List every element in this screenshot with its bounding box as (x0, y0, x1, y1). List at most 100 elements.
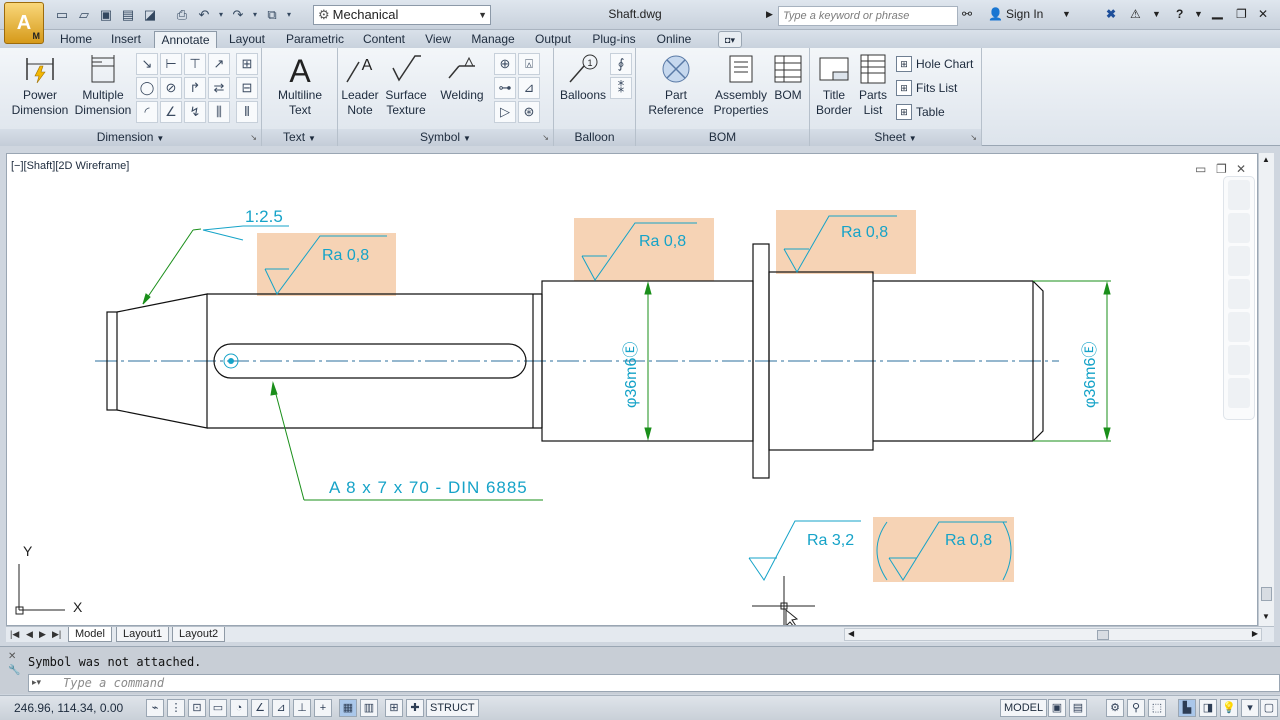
vertical-scroll-thumb[interactable] (1261, 587, 1272, 601)
search-expand-icon[interactable]: ▶ (766, 9, 773, 20)
sheet-panel-title[interactable]: Sheet ▼ ↘ (810, 129, 981, 146)
tab-annotate[interactable]: Annotate (154, 31, 217, 48)
jogged-dimension-icon[interactable]: ↯ (184, 101, 206, 123)
view-cube-icon[interactable] (1228, 213, 1250, 243)
help-icon[interactable]: ? (1176, 7, 1183, 21)
center-mark-icon[interactable]: ⊛ (518, 101, 540, 123)
quick-view-drawings-icon[interactable]: ▤ (1069, 699, 1087, 717)
scroll-down-icon[interactable]: ▼ (1262, 612, 1270, 621)
ortho-mode-icon[interactable]: ▭ (209, 699, 227, 717)
dialog-launcher-icon[interactable]: ↘ (542, 129, 549, 146)
open-icon[interactable]: ▱ (74, 6, 94, 24)
publish-icon[interactable]: ◪ (140, 6, 160, 24)
steering-wheel-icon[interactable] (1228, 180, 1250, 210)
quick-properties-icon[interactable]: ⊞ (385, 699, 403, 717)
tab-manage[interactable]: Manage (466, 31, 520, 48)
quick-view-layouts-icon[interactable]: ▣ (1048, 699, 1066, 717)
dialog-launcher-icon[interactable]: ↘ (250, 129, 257, 146)
fits-list-button[interactable]: ⊞ Fits List (896, 80, 957, 96)
scroll-up-icon[interactable]: ▲ (1262, 155, 1270, 164)
coordinate-readout[interactable]: 246.96, 114.34, 0.00 (14, 701, 123, 715)
restore-icon[interactable]: ❐ (1236, 7, 1247, 21)
title-border-button[interactable]: Title Border (814, 52, 854, 118)
balloons-button[interactable]: 1 Balloons (556, 52, 610, 103)
edge-symbol-icon[interactable]: ▷ (494, 101, 516, 123)
collect-balloon-icon[interactable]: ∮ (610, 53, 632, 75)
undo-dropdown-icon[interactable]: ▾ (216, 6, 226, 24)
table-button[interactable]: ⊞ Table (896, 104, 945, 120)
orbit-icon[interactable] (1228, 312, 1250, 342)
bom-button[interactable]: BOM (770, 52, 806, 103)
object-snap-tracking-icon[interactable]: ⊿ (272, 699, 290, 717)
multiple-dimension-button[interactable]: Multiple Dimension (72, 52, 134, 118)
viewport-close-icon[interactable]: ✕ (1236, 162, 1246, 176)
exchange-icon[interactable]: ✖ (1106, 7, 1116, 21)
last-layout-icon[interactable]: ▶| (52, 629, 61, 640)
taper-slope-icon[interactable]: ⊿ (518, 77, 540, 99)
polar-tracking-icon[interactable]: ◔ (230, 699, 248, 717)
horizontal-scroll-thumb[interactable] (1097, 630, 1109, 640)
redo-icon[interactable]: ↷ (228, 6, 248, 24)
hole-chart-button[interactable]: ⊞ Hole Chart (896, 56, 973, 72)
sign-in-link[interactable]: Sign In (1006, 7, 1043, 21)
ribbon-minimize-icon[interactable]: ◘▾ (718, 31, 742, 48)
annotation-visibility-icon[interactable]: ⚲ (1127, 699, 1145, 717)
datum-target-icon[interactable]: ⊶ (494, 77, 516, 99)
save-as-icon[interactable]: ▤ (118, 6, 138, 24)
workspace-switching-icon[interactable]: ⬚ (1148, 699, 1166, 717)
tab-insert[interactable]: Insert (106, 31, 146, 48)
help-dropdown-icon[interactable]: ▼ (1194, 9, 1203, 19)
tab-layout1[interactable]: Layout1 (116, 627, 170, 642)
settings-icon[interactable]: 🔧 (8, 665, 20, 676)
scroll-left-icon[interactable]: ◀ (848, 629, 854, 638)
power-dimension-button[interactable]: Power Dimension (8, 52, 72, 118)
undo-icon[interactable]: ↶ (194, 6, 214, 24)
ordinate-dimension-icon[interactable]: ↱ (184, 77, 206, 99)
dimension-edit-icon[interactable]: ⊞ (236, 53, 258, 75)
workspace-select[interactable]: ⚙ Mechanical ▼ (313, 5, 491, 25)
horizontal-scrollbar[interactable]: ◀ ▶ (844, 628, 1262, 641)
save-icon[interactable]: ▣ (96, 6, 116, 24)
redo-dropdown-icon[interactable]: ▾ (250, 6, 260, 24)
part-reference-button[interactable]: Part Reference (640, 52, 712, 118)
tab-plug-ins[interactable]: Plug-ins (588, 31, 640, 48)
clean-screen-icon[interactable]: ▢ (1260, 699, 1278, 717)
toolbar-lock-icon[interactable]: ▙ (1178, 699, 1196, 717)
first-layout-icon[interactable]: |◀ (10, 629, 19, 640)
infer-constraints-icon[interactable]: ⌁ (146, 699, 164, 717)
plot-icon[interactable]: ⎙ (172, 6, 192, 24)
close-icon[interactable]: ✕ (1258, 7, 1268, 21)
snap-mode-icon[interactable]: ⋮ (167, 699, 185, 717)
arc-length-icon[interactable]: ◜ (136, 101, 158, 123)
isolate-objects-icon[interactable]: 💡 (1220, 699, 1238, 717)
multiline-text-button[interactable]: A Multiline Text (270, 52, 330, 118)
tab-home[interactable]: Home (55, 31, 97, 48)
pan-icon[interactable] (1228, 246, 1250, 276)
struct-toggle[interactable]: STRUCT (426, 699, 479, 717)
tab-parametric[interactable]: Parametric (282, 31, 348, 48)
tab-model[interactable]: Model (68, 627, 112, 642)
command-input[interactable]: Type a command (28, 674, 1280, 692)
close-icon[interactable]: ✕ (8, 651, 16, 662)
angular-dimension-icon[interactable]: ∠ (160, 101, 182, 123)
model-toggle[interactable]: MODEL (1000, 699, 1048, 717)
transparency-icon[interactable]: ▥ (360, 699, 378, 717)
drawing-viewport[interactable]: 1:2.5 Ra 0,8 Ra 0,8 Ra 0,8 φ36m6Ⓔ φ36m6Ⓔ (6, 153, 1258, 626)
dimension-break-icon[interactable]: ⫼ (208, 101, 230, 123)
feature-control-frame-icon[interactable]: ⊕ (494, 53, 516, 75)
lineweight-icon[interactable]: ▦ (339, 699, 357, 717)
symbol-panel-title[interactable]: Symbol ▼ ↘ (338, 129, 553, 146)
qat-dropdown-icon[interactable]: ▾ (284, 6, 294, 24)
datum-identifier-icon[interactable]: ⍓ (518, 53, 540, 75)
aligned-dimension-icon[interactable]: ↘ (136, 53, 158, 75)
diameter-dimension-icon[interactable]: ⊘ (160, 77, 182, 99)
grid-display-icon[interactable]: ⊡ (188, 699, 206, 717)
zoom-icon[interactable] (1228, 279, 1250, 309)
tab-content[interactable]: Content (358, 31, 410, 48)
scroll-right-icon[interactable]: ▶ (1252, 629, 1258, 638)
search-input[interactable]: Type a keyword or phrase (778, 6, 958, 26)
dynamic-ucs-icon[interactable]: ⊥ (293, 699, 311, 717)
tab-layout[interactable]: Layout (224, 31, 270, 48)
tab-view[interactable]: View (421, 31, 455, 48)
dialog-launcher-icon[interactable]: ↘ (970, 129, 977, 146)
